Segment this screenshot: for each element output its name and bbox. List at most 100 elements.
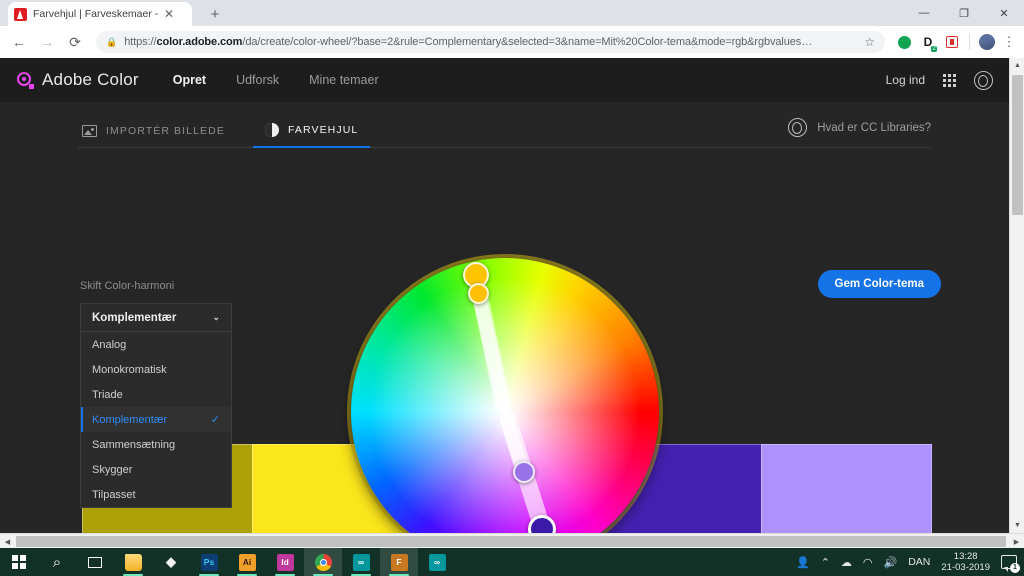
url-host: color.adobe.com xyxy=(156,36,243,48)
nav-item-mine-temaer[interactable]: Mine temaer xyxy=(309,73,378,87)
file-explorer-taskbar-button[interactable] xyxy=(114,548,152,576)
fritzing-taskbar-button[interactable]: F xyxy=(380,548,418,576)
maximize-button[interactable]: ❐ xyxy=(944,0,984,26)
harmony-dropdown-toggle[interactable]: Komplementær ⌄ xyxy=(81,304,231,332)
harmony-option-label: Monokromatisk xyxy=(92,363,167,376)
scroll-down-arrow-icon[interactable]: ▼ xyxy=(1010,518,1024,533)
dashlane-extension-icon[interactable]: D xyxy=(917,31,939,53)
reload-icon[interactable]: ⟳ xyxy=(62,29,88,55)
chrome-taskbar-button[interactable] xyxy=(304,548,342,576)
color-wheel[interactable] xyxy=(351,258,659,533)
cc-libraries-area: Hvad er CC Libraries? xyxy=(788,118,931,147)
tab-color-wheel[interactable]: FARVEHJUL xyxy=(252,123,371,148)
color-wheel-icon xyxy=(264,123,279,137)
handle-violet-mid[interactable] xyxy=(513,461,535,483)
lock-icon: 🔒 xyxy=(106,36,118,47)
minimize-button[interactable]: — xyxy=(904,0,944,26)
harmony-option-label: Sammensætning xyxy=(92,438,176,451)
adblock-extension-icon[interactable] xyxy=(941,31,963,53)
wifi-icon[interactable]: ◠ xyxy=(863,556,873,569)
chrome-menu-icon[interactable]: ⋮ xyxy=(1000,34,1018,50)
onedrive-icon[interactable]: ☁ xyxy=(841,556,852,569)
arduino-taskbar-button[interactable]: ∞ xyxy=(342,548,380,576)
mode-tabs: IMPORTÉR BILLEDE FARVEHJUL Hvad er CC Li… xyxy=(78,102,931,148)
nav-item-udforsk[interactable]: Udforsk xyxy=(236,73,279,87)
harmony-option-tilpasset[interactable]: Tilpasset xyxy=(81,482,231,507)
handle-yellow-inner[interactable] xyxy=(468,283,489,304)
inkscape-icon: ◆ xyxy=(166,554,176,569)
green-dot-extension-icon[interactable] xyxy=(893,31,915,53)
language-indicator[interactable]: DAN xyxy=(908,556,930,568)
harmony-option-analog[interactable]: Analog xyxy=(81,332,231,357)
adobe-color-logo-icon[interactable] xyxy=(16,71,34,89)
creative-cloud-small-icon xyxy=(788,118,808,137)
close-icon[interactable]: ✕ xyxy=(164,8,174,20)
search-button[interactable]: ⌕ xyxy=(38,548,76,576)
harmony-option-label: Analog xyxy=(92,338,127,351)
start-button[interactable] xyxy=(0,548,38,576)
swatch-5[interactable] xyxy=(761,444,932,533)
browser-tab[interactable]: Farvehjul | Farveskemaer - Adobe ✕ xyxy=(8,2,192,26)
harmony-option-triade[interactable]: Triade xyxy=(81,382,231,407)
vertical-scrollbar[interactable]: ▲ ▼ xyxy=(1009,58,1024,533)
system-tray: 👤 ⌃ ☁ ◠ 🔊 DAN 13:28 21-03-2019 1 xyxy=(796,551,1024,574)
windows-logo-icon xyxy=(12,555,26,569)
harmony-selected-value: Komplementær xyxy=(92,311,177,324)
harmony-option-monokromatisk[interactable]: Monokromatisk xyxy=(81,357,231,382)
volume-icon[interactable]: 🔊 xyxy=(884,556,898,569)
clock[interactable]: 13:28 21-03-2019 xyxy=(941,551,990,574)
notification-count: 1 xyxy=(1010,563,1020,573)
task-view-icon xyxy=(88,556,102,568)
address-bar[interactable]: 🔒 https://color.adobe.com/da/create/colo… xyxy=(96,31,885,53)
harmony-option-label: Skygger xyxy=(92,463,133,476)
photoshop-taskbar-button[interactable]: Ps xyxy=(190,548,228,576)
inkscape-taskbar-button[interactable]: ◆ xyxy=(152,548,190,576)
illustrator-taskbar-button[interactable]: Ai xyxy=(228,548,266,576)
scroll-left-arrow-icon[interactable]: ◀ xyxy=(0,534,15,548)
windows-taskbar: ⌕ ◆ Ps Ai Id ∞ F ∞ 👤 ⌃ ☁ ◠ 🔊 DAN 13:28 21-03-2… xyxy=(0,548,1024,576)
arduino-icon-2: ∞ xyxy=(428,553,446,571)
back-icon[interactable]: ← xyxy=(6,29,32,55)
forward-icon[interactable]: → xyxy=(34,29,60,55)
avatar[interactable] xyxy=(976,31,998,53)
tab-color-wheel-label: FARVEHJUL xyxy=(287,124,359,136)
people-icon[interactable]: 👤 xyxy=(796,556,810,569)
chrome-icon xyxy=(314,553,332,571)
harmony-label: Skift Color-harmoni xyxy=(80,280,175,292)
tab-title: Farvehjul | Farveskemaer - Adobe xyxy=(33,8,158,20)
site-logo-text[interactable]: Adobe Color xyxy=(42,70,139,90)
new-tab-button[interactable]: + xyxy=(205,5,225,25)
task-view-button[interactable] xyxy=(76,548,114,576)
file-explorer-icon xyxy=(124,553,142,571)
harmony-option-skygger[interactable]: Skygger xyxy=(81,457,231,482)
scroll-up-arrow-icon[interactable]: ▲ xyxy=(1010,58,1024,73)
harmony-option-komplementaer[interactable]: Komplementær ✓ xyxy=(81,407,231,432)
chevron-up-icon[interactable]: ⌃ xyxy=(821,556,830,569)
horizontal-scroll-thumb[interactable] xyxy=(16,536,1006,547)
page-area: Adobe Color Opret Udforsk Mine temaer Lo… xyxy=(0,58,1024,548)
url-path: /da/create/color-wheel/?base=2&rule=Comp… xyxy=(242,36,813,48)
login-link[interactable]: Log ind xyxy=(886,73,925,87)
harmony-option-sammensaetning[interactable]: Sammensætning xyxy=(81,432,231,457)
scroll-right-arrow-icon[interactable]: ▶ xyxy=(1009,534,1024,548)
url-text: https://color.adobe.com/da/create/color-… xyxy=(124,36,857,48)
illustrator-icon: Ai xyxy=(238,553,256,571)
harmony-option-label: Komplementær xyxy=(92,413,168,426)
cc-libraries-link[interactable]: Hvad er CC Libraries? xyxy=(817,122,931,134)
window-close-button[interactable]: ✕ xyxy=(984,0,1024,26)
arduino-2-taskbar-button[interactable]: ∞ xyxy=(418,548,456,576)
horizontal-scrollbar[interactable]: ◀ ▶ xyxy=(0,533,1024,548)
bookmark-star-icon[interactable]: ☆ xyxy=(864,35,875,49)
indesign-taskbar-button[interactable]: Id xyxy=(266,548,304,576)
web-content: Adobe Color Opret Udforsk Mine temaer Lo… xyxy=(0,58,1009,533)
color-wheel-workspace: Skift Color-harmoni Komplementær ⌄ Analo… xyxy=(0,148,1009,533)
creative-cloud-icon[interactable] xyxy=(974,70,993,90)
grid-icon[interactable] xyxy=(943,73,956,87)
save-color-theme-button[interactable]: Gem Color-tema xyxy=(817,270,941,298)
vertical-scroll-thumb[interactable] xyxy=(1012,75,1023,215)
notifications-icon[interactable]: 1 xyxy=(1001,555,1020,573)
tab-import-image[interactable]: IMPORTÉR BILLEDE xyxy=(78,125,229,147)
window-controls: — ❐ ✕ xyxy=(904,0,1024,26)
clock-time: 13:28 xyxy=(953,550,978,562)
nav-item-opret[interactable]: Opret xyxy=(173,73,206,87)
